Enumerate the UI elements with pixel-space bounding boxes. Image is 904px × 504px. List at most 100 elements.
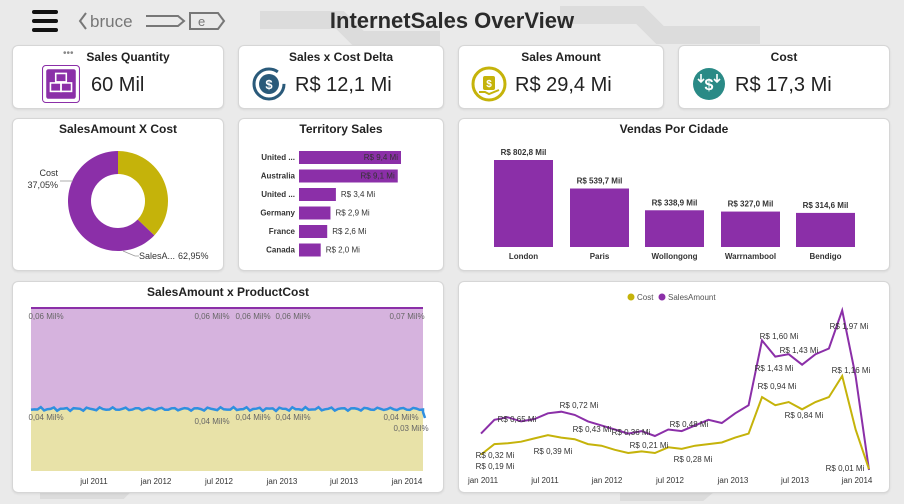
money-hand-icon: $ [471, 66, 507, 102]
sales-data-label: R$ 0,48 Mi [670, 420, 709, 429]
donut-label-cost: Cost [39, 168, 58, 178]
city-category-label: London [509, 252, 538, 261]
city-value-label: R$ 327,0 Mil [728, 200, 774, 209]
kpi-title: Sales Amount [521, 50, 601, 64]
territory-value-label: R$ 2,0 Mi [326, 246, 360, 255]
area-top-label: 0,06 Mil% [28, 312, 63, 321]
sales-data-label: R$ 1,16 Mi [832, 366, 871, 375]
city-category-label: Bendigo [810, 252, 842, 261]
area-bottom-label: 0,04 Mil% [275, 413, 310, 422]
svg-text:$: $ [265, 77, 273, 92]
area-x-tick: jan 2014 [391, 477, 423, 486]
svg-text:$: $ [705, 77, 714, 94]
city-category-label: Paris [590, 252, 610, 261]
cost-data-label: R$ 0,19 Mi [476, 462, 515, 471]
cost-data-label: R$ 0,28 Mi [674, 455, 713, 464]
city-bar[interactable] [796, 212, 855, 247]
cost-data-label: R$ 0,32 Mi [476, 451, 515, 460]
line-x-tick: jul 2011 [530, 476, 559, 485]
area-top-label: 0,06 Mil% [235, 312, 270, 321]
kpi-card-sales-amount: Sales Amount $ R$ 29,4 Mi [458, 45, 664, 109]
kpi-value: 60 Mil [91, 74, 145, 96]
legend-sales-dot [658, 293, 666, 301]
donut-chart-card: SalesAmount X Cost Cost 37,05% SalesA...… [12, 118, 224, 271]
sales-data-label: R$ 0,72 Mi [560, 401, 599, 410]
territory-bar[interactable] [299, 225, 328, 238]
area-top-label: 0,07 Mil% [389, 312, 424, 321]
area-bottom-label: 0,04 Mil% [194, 417, 229, 426]
dollar-cycle-icon: $ [252, 67, 286, 101]
cost-data-label: R$ 0,01 Mi [826, 464, 865, 473]
territory-category-label: Germany [260, 209, 295, 218]
line-chart: Cost SalesAmount R$ 0,65 Mi R$ 0,72 Mi R$ 0,… [467, 293, 873, 485]
sales-data-label: R$ 0,36 Mi [612, 428, 651, 437]
territory-value-label: R$ 2,6 Mi [332, 227, 366, 236]
sales-data-label: R$ 1,97 Mi [830, 322, 869, 331]
kpi-value: R$ 17,3 Mi [735, 74, 832, 96]
area-x-tick: jul 2012 [204, 477, 234, 486]
area-top-label: 0,06 Mil% [194, 312, 229, 321]
city-category-label: Warrnambool [725, 252, 776, 261]
donut-slice-0[interactable] [118, 151, 168, 236]
line-x-tick: jan 2014 [841, 476, 873, 485]
territory-bar[interactable] [299, 188, 336, 201]
area-chart-card: SalesAmount x ProductCost 0,06 Mil% 0,06 … [12, 281, 444, 493]
city-category-label: Wollongong [651, 252, 697, 261]
territory-category-label: Canada [266, 246, 295, 255]
area-x-tick: jan 2012 [140, 477, 172, 486]
line-x-tick: jan 2011 [467, 476, 499, 485]
city-value-label: R$ 314,6 Mil [803, 201, 849, 210]
city-bar[interactable] [570, 188, 629, 247]
line-x-tick: jan 2012 [591, 476, 623, 485]
line-chart-card: Cost SalesAmount R$ 0,65 Mi R$ 0,72 Mi R$ 0,… [458, 281, 890, 493]
cost-data-label: R$ 0,84 Mi [785, 411, 824, 420]
sales-data-label: R$ 1,43 Mi [780, 346, 819, 355]
header: bruce e InternetSales OverView [0, 0, 904, 42]
chart-title: SalesAmount x ProductCost [146, 285, 310, 299]
city-value-label: R$ 539,7 Mil [577, 177, 623, 186]
area-x-tick: jul 2013 [329, 477, 359, 486]
territory-value-label: R$ 3,4 Mi [341, 190, 375, 199]
sales-data-label: R$ 0,94 Mi [758, 382, 797, 391]
legend-sales-label: SalesAmount [668, 293, 716, 302]
area-bottom-label: 0,04 Mil% [28, 413, 63, 422]
area-bottom-label: 0,03 Mil% [393, 424, 428, 433]
area-top-label: 0,06 Mil% [275, 312, 310, 321]
territory-value-label: R$ 2,9 Mi [335, 209, 369, 218]
legend-cost-dot [627, 293, 635, 301]
area-x-tick: jan 2013 [266, 477, 298, 486]
kpi-title: Sales x Cost Delta [288, 50, 394, 64]
chart-title: SalesAmount X Cost [58, 122, 178, 136]
kpi-card-cost: Cost $ R$ 17,3 Mi [678, 45, 890, 109]
territory-category-label: United ... [261, 153, 295, 162]
boxes-icon [42, 65, 80, 103]
cost-data-label: R$ 0,39 Mi [534, 447, 573, 456]
city-bar-chart: R$ 802,8 Mil London R$ 539,7 Mil Paris R$ 33… [494, 148, 855, 261]
territory-sales-card: Territory Sales United ... R$ 9,4 Mi Austr… [238, 118, 444, 271]
territory-value-label: R$ 9,4 Mi [364, 153, 398, 162]
page-title: InternetSales OverView [329, 8, 575, 33]
donut-value-cost: 37,05% [27, 180, 58, 190]
kpi-title: Cost [770, 50, 798, 64]
leader-line [122, 250, 139, 257]
kpi-card-sales-quantity: ••• Sales Quantity 60 Mil [12, 45, 224, 109]
territory-category-label: France [269, 227, 296, 236]
donut-label-sales: SalesA... 62,95% [139, 251, 209, 261]
area-bottom-label: 0,04 Mil% [383, 413, 418, 422]
territory-bar[interactable] [299, 206, 331, 220]
kpi-title: Sales Quantity [86, 50, 170, 64]
svg-text:$: $ [486, 79, 492, 90]
chart-title: Territory Sales [299, 122, 383, 136]
city-value-label: R$ 802,8 Mil [501, 148, 547, 157]
city-bar[interactable] [645, 210, 704, 247]
area-x-tick: jul 2011 [79, 477, 108, 486]
area-bottom-label: 0,04 Mil% [235, 413, 270, 422]
kpi-value: R$ 29,4 Mi [515, 74, 612, 96]
city-bar[interactable] [494, 160, 553, 247]
donut-chart: Cost 37,05% SalesA... 62,95% [27, 151, 209, 261]
territory-category-label: United ... [261, 190, 295, 199]
kpi-value: R$ 12,1 Mi [295, 74, 392, 96]
city-bar[interactable] [721, 211, 780, 247]
cost-data-label: R$ 0,21 Mi [630, 441, 669, 450]
territory-bar[interactable] [299, 243, 321, 257]
